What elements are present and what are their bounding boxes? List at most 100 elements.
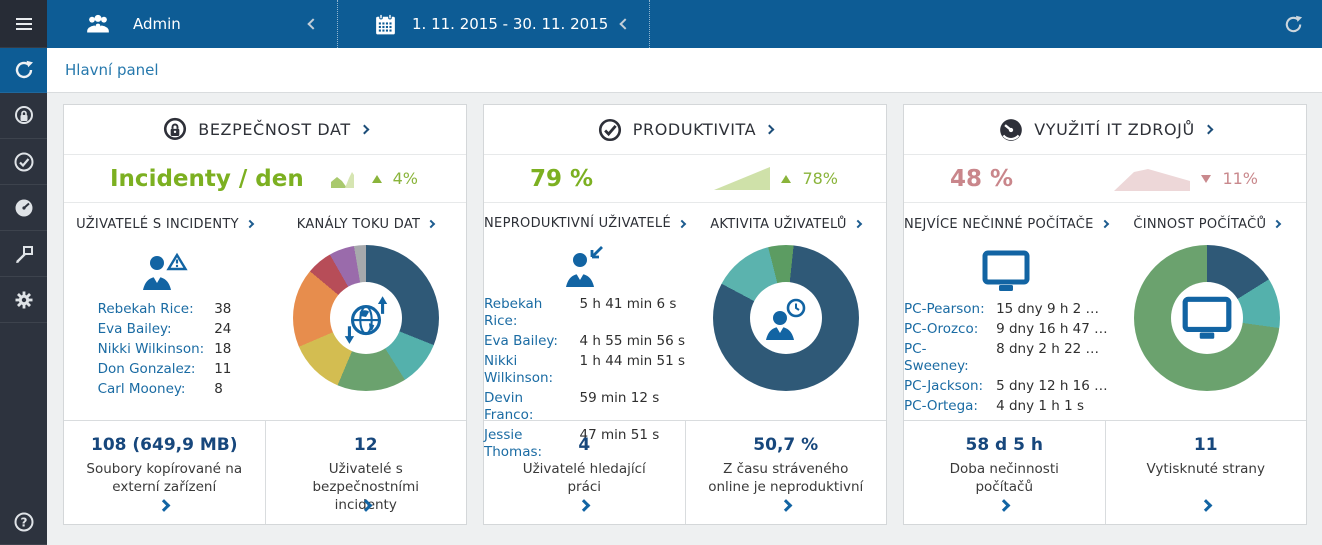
trend-value: 11% <box>1222 169 1258 188</box>
refresh-icon <box>13 59 35 81</box>
check-circle-icon <box>13 151 35 173</box>
svg-text:?: ? <box>20 515 27 529</box>
area-chart-icon <box>331 169 361 188</box>
list-item-name: PC-Jackson: <box>904 378 986 395</box>
list-item-value: 1 h 44 min 51 s <box>580 353 685 387</box>
user-clock-icon <box>758 290 814 346</box>
stat-unproductive-online-time[interactable]: 50,7 % Z času stráveného online je nepro… <box>685 421 887 524</box>
idle-computer-list: PC-Pearson:15 dny 9 h 2 …PC-Orozco:9 dny… <box>904 301 1108 415</box>
sidebar-spacer <box>0 323 47 499</box>
panel-header-productivity[interactable]: PRODUKTIVITA <box>484 105 886 155</box>
question-circle-icon: ? <box>13 511 35 533</box>
stat-label: Soubory kopírované na externí zařízení <box>86 460 243 496</box>
lock-circle-icon <box>162 117 188 143</box>
column-title: ČINNOST POČÍTAČŮ <box>1133 217 1266 232</box>
list-item-value: 11 <box>214 361 231 378</box>
column-header[interactable]: UŽIVATELÉ S INCIDENTY <box>76 216 253 232</box>
kpi-value: Incidenty / den <box>110 166 304 192</box>
sidebar-item-device-control[interactable] <box>0 231 47 277</box>
list-item-name: Carl Mooney: <box>98 381 205 398</box>
chevron-right-icon <box>765 125 775 135</box>
chevron-left-icon[interactable] <box>307 18 318 29</box>
stat-files-copied[interactable]: 108 (649,9 MB) Soubory kopírované na ext… <box>64 421 265 524</box>
chevron-left-icon[interactable] <box>619 18 630 29</box>
refresh-icon <box>1283 14 1304 35</box>
sidebar-item-dashboard[interactable] <box>0 48 47 93</box>
column-users-with-incidents: UŽIVATELÉ S INCIDENTY Rebekah Rice: 38 Eva… <box>64 203 265 420</box>
sidebar-item-data-security[interactable] <box>0 93 47 139</box>
donut-chart-user-activity[interactable] <box>713 245 859 391</box>
kpi-value: 48 % <box>950 166 1013 192</box>
stat-computer-idle-time[interactable]: 58 d 5 h Doba nečinnosti počítačů <box>904 421 1105 524</box>
donut-center <box>330 282 402 354</box>
sidebar-item-it-utilization[interactable] <box>0 185 47 231</box>
user-menu[interactable]: Admin <box>47 0 337 48</box>
stat-job-seeking-users[interactable]: 4 Uživatelé hledající práci <box>484 421 685 524</box>
stat-value: 50,7 % <box>708 435 865 455</box>
chevron-right-icon <box>578 499 591 512</box>
date-range-picker[interactable]: 1. 11. 2015 - 30. 11. 2015 <box>338 0 649 48</box>
panel-header-data-security[interactable]: BEZPEČNOST DAT <box>64 105 466 155</box>
stat-printed-pages[interactable]: 11 Vytisknuté strany <box>1105 421 1307 524</box>
area-chart-icon <box>714 167 770 190</box>
list-item-value: 4 dny 1 h 1 s <box>996 398 1108 415</box>
donut-chart-data-channels[interactable] <box>293 245 439 391</box>
kpi-row: 48 % 11% <box>904 155 1306 203</box>
sidebar-item-productivity[interactable] <box>0 139 47 185</box>
column-computer-activity: ČINNOST POČÍTAČŮ <box>1108 203 1306 420</box>
refresh-button[interactable] <box>1283 0 1304 48</box>
stat-users-with-incidents[interactable]: 12 Uživatelé s bezpečnostními incidenty <box>265 421 467 524</box>
stat-value: 12 <box>288 435 445 455</box>
list-item-name: Eva Bailey: <box>98 321 205 338</box>
kpi-row: 79 % 78% <box>484 155 886 203</box>
list-item-name: Rebekah Rice: <box>98 301 205 318</box>
list-item-name: PC-Ortega: <box>904 398 986 415</box>
trend-value: 4% <box>393 169 418 188</box>
check-circle-icon <box>597 117 623 143</box>
column-header[interactable]: NEJVÍCE NEČINNÉ POČÍTAČE <box>904 216 1108 232</box>
list-item-value: 38 <box>214 301 231 318</box>
list-item-name: PC-Orozco: <box>904 321 986 338</box>
column-data-flow-channels: KANÁLY TOKU DAT <box>265 203 466 420</box>
dashboard: BEZPEČNOST DAT Incidenty / den 4% UŽIVAT… <box>47 93 1322 545</box>
chevron-right-icon <box>359 125 369 135</box>
column-header[interactable]: ČINNOST POČÍTAČŮ <box>1133 216 1280 232</box>
user-warning-icon <box>140 245 190 293</box>
panel-title: VYUŽITÍ IT ZDROJŮ <box>1034 120 1195 139</box>
chevron-right-icon <box>246 220 254 228</box>
monitor-icon <box>1180 294 1234 342</box>
panel-productivity: PRODUKTIVITA 79 % 78% NEPRODUKTIVNÍ UŽIV… <box>483 104 887 525</box>
breadcrumb[interactable]: Hlavní panel <box>65 61 159 79</box>
column-header[interactable]: NEPRODUKTIVNÍ UŽIVATELÉ <box>484 216 685 231</box>
stat-label: Doba nečinnosti počítačů <box>926 460 1083 496</box>
menu-button[interactable] <box>0 0 47 48</box>
panel-data-security: BEZPEČNOST DAT Incidenty / den 4% UŽIVAT… <box>63 104 467 525</box>
list-item-value: 4 h 55 min 56 s <box>580 333 685 350</box>
trend-down-icon <box>1201 175 1211 183</box>
sidebar-item-help[interactable]: ? <box>0 499 47 545</box>
panel-header-it-utilization[interactable]: VYUŽITÍ IT ZDROJŮ <box>904 105 1306 155</box>
column-unproductive-users: NEPRODUKTIVNÍ UŽIVATELÉ Rebekah Rice:5 h… <box>484 203 685 420</box>
stat-label: Z času stráveného online je neproduktivn… <box>708 460 865 496</box>
column-header[interactable]: KANÁLY TOKU DAT <box>297 216 435 232</box>
trend-up-icon <box>372 175 382 183</box>
gauge-circle-icon <box>998 117 1024 143</box>
list-item-value: 8 <box>214 381 231 398</box>
column-user-activity: AKTIVITA UŽIVATELŮ <box>685 203 886 420</box>
donut-center <box>1171 282 1243 354</box>
panel-title: PRODUKTIVITA <box>633 120 756 139</box>
kpi-trend: 78% <box>714 167 838 190</box>
user-incident-list: Rebekah Rice:38Eva Bailey:24Nikki Wilkin… <box>98 301 232 398</box>
stat-label: Uživatelé hledající práci <box>506 460 663 496</box>
column-header[interactable]: AKTIVITA UŽIVATELŮ <box>710 216 861 232</box>
list-item-value: 9 dny 16 h 47 … <box>996 321 1108 338</box>
list-item-name: Nikki Wilkinson: <box>484 353 570 387</box>
trend-value: 78% <box>802 169 838 188</box>
trend-up-icon <box>781 175 791 183</box>
donut-chart-computer-activity[interactable] <box>1134 245 1280 391</box>
sidebar-item-settings[interactable] <box>0 277 47 323</box>
date-range-value: 1. 11. 2015 - 30. 11. 2015 <box>412 15 608 33</box>
column-most-idle-computers: NEJVÍCE NEČINNÉ POČÍTAČE PC-Pearson:15 d… <box>904 203 1108 420</box>
list-item-value: 24 <box>214 321 231 338</box>
list-item-name: Devin Franco: <box>484 390 570 424</box>
